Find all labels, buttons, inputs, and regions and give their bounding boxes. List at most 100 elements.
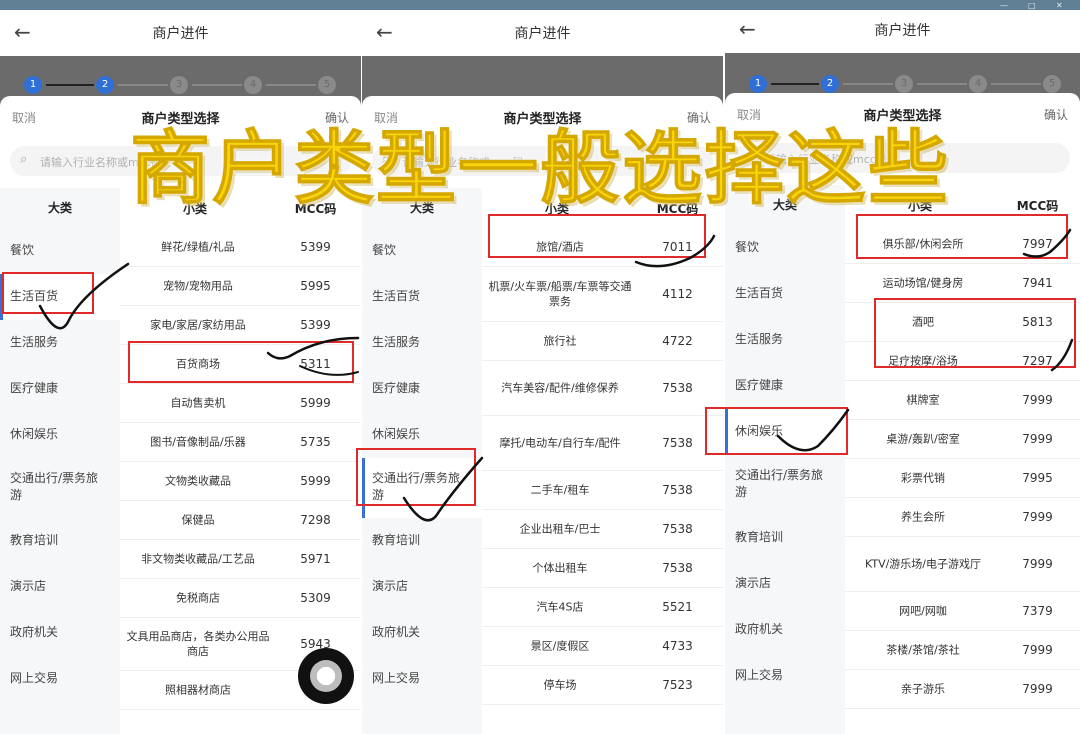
table-row[interactable]: 彩票代销 7995 bbox=[845, 459, 1080, 498]
subcategory-list: 旅馆/酒店 7011 机票/火车票/船票/车票等交通票务 4112 旅行社 4722 … bbox=[482, 228, 723, 734]
category-item[interactable]: 休闲娱乐 bbox=[362, 412, 482, 458]
subcategory-column-header: 小类 bbox=[544, 202, 569, 216]
mcc-code: 7538 bbox=[662, 381, 693, 395]
category-item[interactable]: 教育培训 bbox=[725, 515, 845, 561]
step-indicator: 2 bbox=[821, 75, 839, 93]
subcategory-column-header: 小类 bbox=[182, 202, 207, 216]
table-row[interactable]: 免税商店 5309 bbox=[120, 579, 361, 618]
table-row[interactable]: 网吧/网咖 7379 bbox=[845, 592, 1080, 631]
table-row[interactable]: 百货商场 5311 bbox=[120, 345, 361, 384]
category-item-selected[interactable]: 生活百货 bbox=[0, 274, 120, 320]
confirm-button[interactable]: 确认 bbox=[1044, 106, 1068, 123]
table-row[interactable]: 汽车4S店 5521 bbox=[482, 588, 723, 627]
search-input[interactable]: ⌕ 请输入行业名称或mcc码 bbox=[735, 143, 1070, 173]
category-item[interactable]: 网上交易 bbox=[0, 656, 120, 702]
table-row[interactable]: 棋牌室 7999 bbox=[845, 381, 1080, 420]
step-line bbox=[843, 83, 893, 85]
app-bar: ← 商户进件 bbox=[725, 10, 1080, 53]
category-item[interactable]: 餐饮 bbox=[362, 228, 482, 274]
phone-panel-1: ← 商户进件 1 2 3 4 5 取消 商户类型选择 确认 ⌕ 请输入行业名称或… bbox=[0, 10, 361, 734]
category-item[interactable]: 休闲娱乐 bbox=[0, 412, 120, 458]
category-item[interactable]: 生活服务 bbox=[362, 320, 482, 366]
step-indicator: 5 bbox=[1043, 75, 1061, 93]
table-row[interactable]: 停车场 7523 bbox=[482, 666, 723, 705]
subcategory-name: 鲜花/绿植/礼品 bbox=[161, 240, 235, 254]
table-row[interactable]: 机票/火车票/船票/车票等交通票务 4112 bbox=[482, 267, 723, 322]
table-row[interactable]: 汽车美容/配件/维修保养 7538 bbox=[482, 361, 723, 416]
window-top-strip: — □ ✕ bbox=[0, 0, 1080, 10]
category-item[interactable]: 网上交易 bbox=[362, 656, 482, 702]
mcc-code: 5309 bbox=[300, 591, 331, 605]
table-row[interactable]: 旅馆/酒店 7011 bbox=[482, 228, 723, 267]
category-item-selected[interactable]: 休闲娱乐 bbox=[725, 409, 845, 455]
category-item[interactable]: 生活服务 bbox=[725, 317, 845, 363]
category-item[interactable]: 生活服务 bbox=[0, 320, 120, 366]
sheet-header: 取消 商户类型选择 确认 bbox=[362, 96, 723, 136]
table-row[interactable]: 养生会所 7999 bbox=[845, 498, 1080, 537]
category-item[interactable]: 政府机关 bbox=[725, 607, 845, 653]
table-row[interactable]: KTV/游乐场/电子游戏厅 7999 bbox=[845, 537, 1080, 592]
table-row[interactable]: 足疗按摩/浴场 7297 bbox=[845, 342, 1080, 381]
confirm-button[interactable]: 确认 bbox=[325, 109, 349, 126]
mcc-column-header: MCC码 bbox=[294, 202, 337, 216]
mcc-code: 4112 bbox=[662, 287, 693, 301]
subcategory-name: 自动售卖机 bbox=[170, 396, 226, 410]
table-row[interactable]: 运动场馆/健身房 7941 bbox=[845, 264, 1080, 303]
table-row[interactable]: 桌游/轰趴/密室 7999 bbox=[845, 420, 1080, 459]
category-item[interactable]: 生活百货 bbox=[362, 274, 482, 320]
confirm-button[interactable]: 确认 bbox=[687, 109, 711, 126]
category-item-selected[interactable]: 交通出行/票务旅游 bbox=[362, 458, 482, 518]
search-input[interactable]: ⌕ 请输入行业名称或mcc码 bbox=[372, 146, 713, 176]
table-row[interactable]: 酒吧 5813 bbox=[845, 303, 1080, 342]
category-item[interactable]: 演示店 bbox=[362, 564, 482, 610]
category-item[interactable]: 教育培训 bbox=[0, 518, 120, 564]
table-row[interactable]: 摩托/电动车/自行车/配件 7538 bbox=[482, 416, 723, 471]
category-item[interactable]: 生活百货 bbox=[725, 271, 845, 317]
subcategory-name: 停车场 bbox=[543, 678, 577, 692]
table-row[interactable]: 鲜花/绿植/礼品 5399 bbox=[120, 228, 361, 267]
table-row[interactable]: 文物类收藏品 5999 bbox=[120, 462, 361, 501]
category-item[interactable]: 教育培训 bbox=[362, 518, 482, 564]
subcategory-name: 企业出租车/巴士 bbox=[519, 522, 601, 536]
table-row[interactable]: 家电/家居/家纺用品 5399 bbox=[120, 306, 361, 345]
step-indicator: 3 bbox=[895, 75, 913, 93]
category-item[interactable]: 网上交易 bbox=[725, 653, 845, 699]
category-item[interactable]: 餐饮 bbox=[0, 228, 120, 274]
category-item[interactable]: 交通出行/票务旅游 bbox=[725, 455, 845, 515]
table-row[interactable]: 旅行社 4722 bbox=[482, 322, 723, 361]
subcategory-header: 小类 MCC码 bbox=[482, 188, 723, 228]
table-row[interactable]: 景区/度假区 4733 bbox=[482, 627, 723, 666]
table-row[interactable]: 茶楼/茶馆/茶社 7999 bbox=[845, 631, 1080, 670]
sheet-title: 商户类型选择 bbox=[863, 109, 942, 124]
mcc-code: 7011 bbox=[662, 240, 693, 254]
category-item[interactable]: 医疗健康 bbox=[0, 366, 120, 412]
maximize-icon[interactable]: □ bbox=[1028, 1, 1036, 10]
category-item[interactable]: 演示店 bbox=[0, 564, 120, 610]
mcc-code: 7298 bbox=[300, 513, 331, 527]
category-item[interactable]: 医疗健康 bbox=[725, 363, 845, 409]
screen-record-button-icon[interactable] bbox=[298, 648, 354, 704]
table-row[interactable]: 宠物/宠物用品 5995 bbox=[120, 267, 361, 306]
category-item[interactable]: 医疗健康 bbox=[362, 366, 482, 412]
minimize-icon[interactable]: — bbox=[1000, 1, 1008, 10]
category-item[interactable]: 餐饮 bbox=[725, 225, 845, 271]
category-item[interactable]: 交通出行/票务旅游 bbox=[0, 458, 120, 518]
app-bar: ← 商户进件 bbox=[0, 10, 361, 56]
table-row[interactable]: 俱乐部/休闲会所 7997 bbox=[845, 225, 1080, 264]
category-item[interactable]: 政府机关 bbox=[362, 610, 482, 656]
table-row[interactable]: 非文物类收藏品/工艺品 5971 bbox=[120, 540, 361, 579]
mcc-code: 5399 bbox=[300, 318, 331, 332]
table-row[interactable]: 图书/音像制品/乐器 5735 bbox=[120, 423, 361, 462]
mcc-code: 7999 bbox=[1022, 510, 1053, 524]
table-row[interactable]: 企业出租车/巴士 7538 bbox=[482, 510, 723, 549]
table-row[interactable]: 保健品 7298 bbox=[120, 501, 361, 540]
table-row[interactable]: 个体出租车 7538 bbox=[482, 549, 723, 588]
table-row[interactable]: 亲子游乐 7999 bbox=[845, 670, 1080, 709]
table-row[interactable]: 自动售卖机 5999 bbox=[120, 384, 361, 423]
category-item[interactable]: 政府机关 bbox=[0, 610, 120, 656]
table-row[interactable]: 二手车/租车 7538 bbox=[482, 471, 723, 510]
search-input[interactable]: ⌕ 请输入行业名称或mcc码 bbox=[10, 146, 351, 176]
mcc-code: 5971 bbox=[300, 552, 331, 566]
close-icon[interactable]: ✕ bbox=[1056, 1, 1063, 10]
category-item[interactable]: 演示店 bbox=[725, 561, 845, 607]
